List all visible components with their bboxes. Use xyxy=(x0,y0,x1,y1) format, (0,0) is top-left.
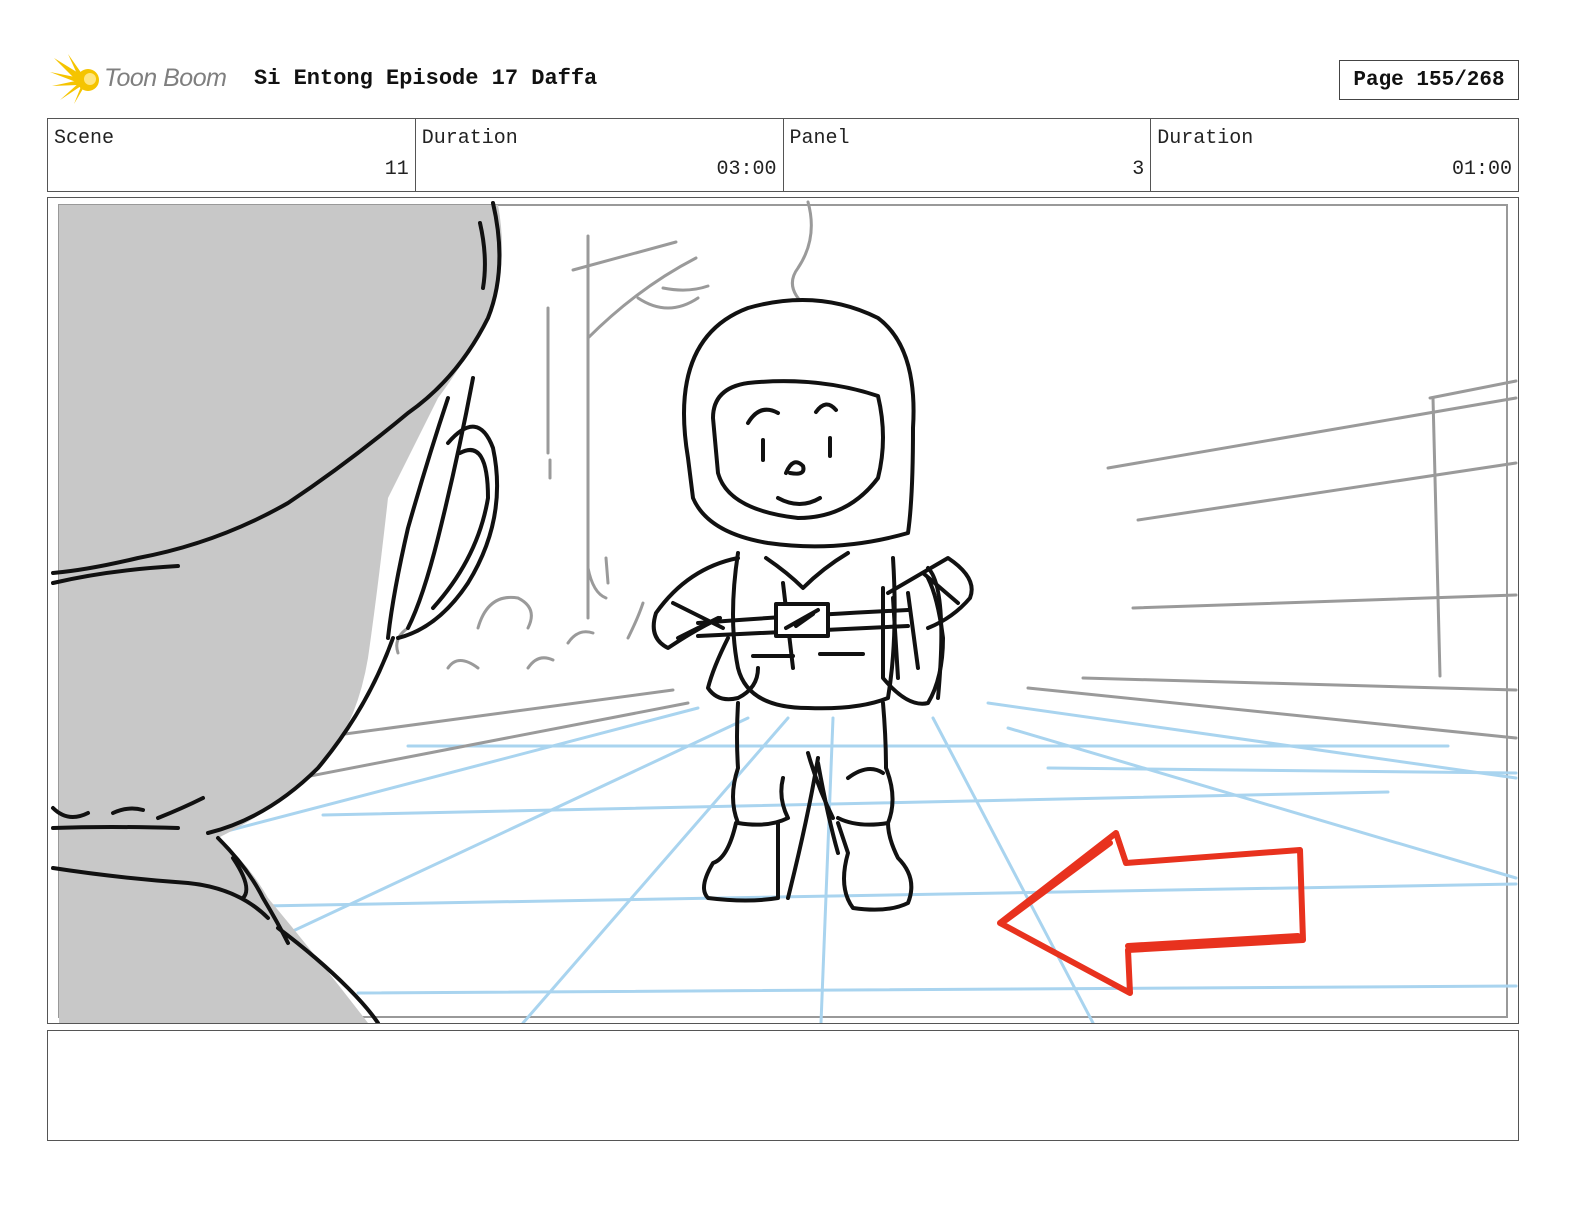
scene-label: Scene xyxy=(54,127,115,150)
scene-value: 11 xyxy=(384,158,409,181)
foreground-character xyxy=(51,201,502,1023)
notes-box xyxy=(47,1030,1519,1141)
direction-arrow xyxy=(997,830,1306,996)
panel-duration-value: 01:00 xyxy=(1451,158,1512,181)
scene-cell: Scene 11 xyxy=(48,119,416,191)
floor-grid xyxy=(206,701,1518,1023)
scene-duration-value: 03:00 xyxy=(716,158,777,181)
scene-duration-label: Duration xyxy=(421,127,518,150)
panel-cell: Panel 3 xyxy=(784,119,1152,191)
panel-value: 3 xyxy=(1132,158,1145,181)
storyboard-sketch xyxy=(51,200,1518,1023)
storyboard-panel xyxy=(47,197,1519,1024)
document-title: Si Entong Episode 17 Daffa xyxy=(254,66,598,91)
scene-info-table: Scene 11 Duration 03:00 Panel 3 Duration… xyxy=(47,118,1519,192)
panel-label: Panel xyxy=(789,127,850,150)
starburst-logo-icon xyxy=(50,54,99,104)
logo-wordmark: Toon Boom xyxy=(104,64,227,92)
panel-duration-cell: Duration 01:00 xyxy=(1151,119,1518,191)
toon-boom-logo: Toon Boom xyxy=(50,52,240,108)
page-indicator: Page 155/268 xyxy=(1339,60,1519,100)
panel-duration-label: Duration xyxy=(1157,127,1254,150)
scene-duration-cell: Duration 03:00 xyxy=(416,119,784,191)
